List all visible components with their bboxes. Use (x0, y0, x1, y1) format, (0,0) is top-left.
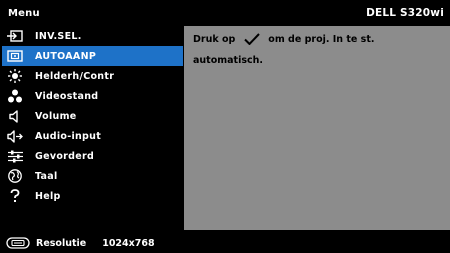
resolution-icon (6, 237, 30, 249)
language-icon (7, 169, 23, 183)
help-icon (7, 189, 23, 203)
brightness-icon (7, 69, 23, 83)
auto-adjust-panel: Druk op om de proj. In te st. automatisc… (184, 26, 450, 230)
menu-item-label: Audio-input (35, 130, 102, 142)
menu-item-advanced-settings[interactable]: Gevorderd (2, 146, 183, 166)
instruction-text-adjust: om de proj. In te st. (268, 33, 375, 45)
menu-item-label: Gevorderd (35, 150, 95, 162)
projector-model: DELL S320wi (366, 7, 444, 19)
menu-item-brightness-contrast[interactable]: Helderh/Contr (2, 66, 183, 86)
menu-item-label: Volume (35, 110, 77, 122)
menu-item-help[interactable]: Help (2, 186, 183, 206)
audio-input-icon (7, 129, 23, 143)
instruction-text-press: Druk op (193, 33, 236, 45)
resolution-value: 1024x768 (102, 237, 155, 249)
volume-icon (7, 109, 23, 123)
video-mode-icon (7, 89, 23, 103)
resolution-label: Resolutie (36, 237, 87, 249)
menu-item-label: Helderh/Contr (35, 70, 115, 82)
menu-item-volume[interactable]: Volume (2, 106, 183, 126)
menu-item-label: INV.SEL. (35, 30, 82, 42)
main-menu: INV.SEL. AUTOAANP Helderh/Contr Videosta… (2, 26, 183, 230)
status-bar: Resolutie 1024x768 (0, 233, 450, 253)
menu-item-input-select[interactable]: INV.SEL. (2, 26, 183, 46)
menu-item-language[interactable]: Taal (2, 166, 183, 186)
menu-title: Menu (8, 7, 40, 19)
instruction-line-2: automatisch. (193, 55, 264, 66)
menu-item-label: Help (35, 190, 61, 202)
auto-adjust-icon (7, 49, 23, 63)
advanced-settings-icon (7, 149, 23, 163)
menu-item-auto-adjust[interactable]: AUTOAANP (2, 46, 183, 66)
menu-item-label: AUTOAANP (35, 50, 97, 62)
menu-item-label: Videostand (35, 90, 99, 102)
menu-item-label: Taal (35, 170, 58, 182)
checkmark-icon (244, 33, 261, 46)
menu-item-audio-input[interactable]: Audio-input (2, 126, 183, 146)
projector-osd: Menu DELL S320wi INV.SEL. AUTOAANP Helde… (0, 0, 450, 253)
input-icon (7, 29, 23, 43)
osd-header: Menu DELL S320wi (0, 0, 450, 26)
instruction-line-1: Druk op om de proj. In te st. (193, 33, 375, 46)
menu-item-video-mode[interactable]: Videostand (2, 86, 183, 106)
